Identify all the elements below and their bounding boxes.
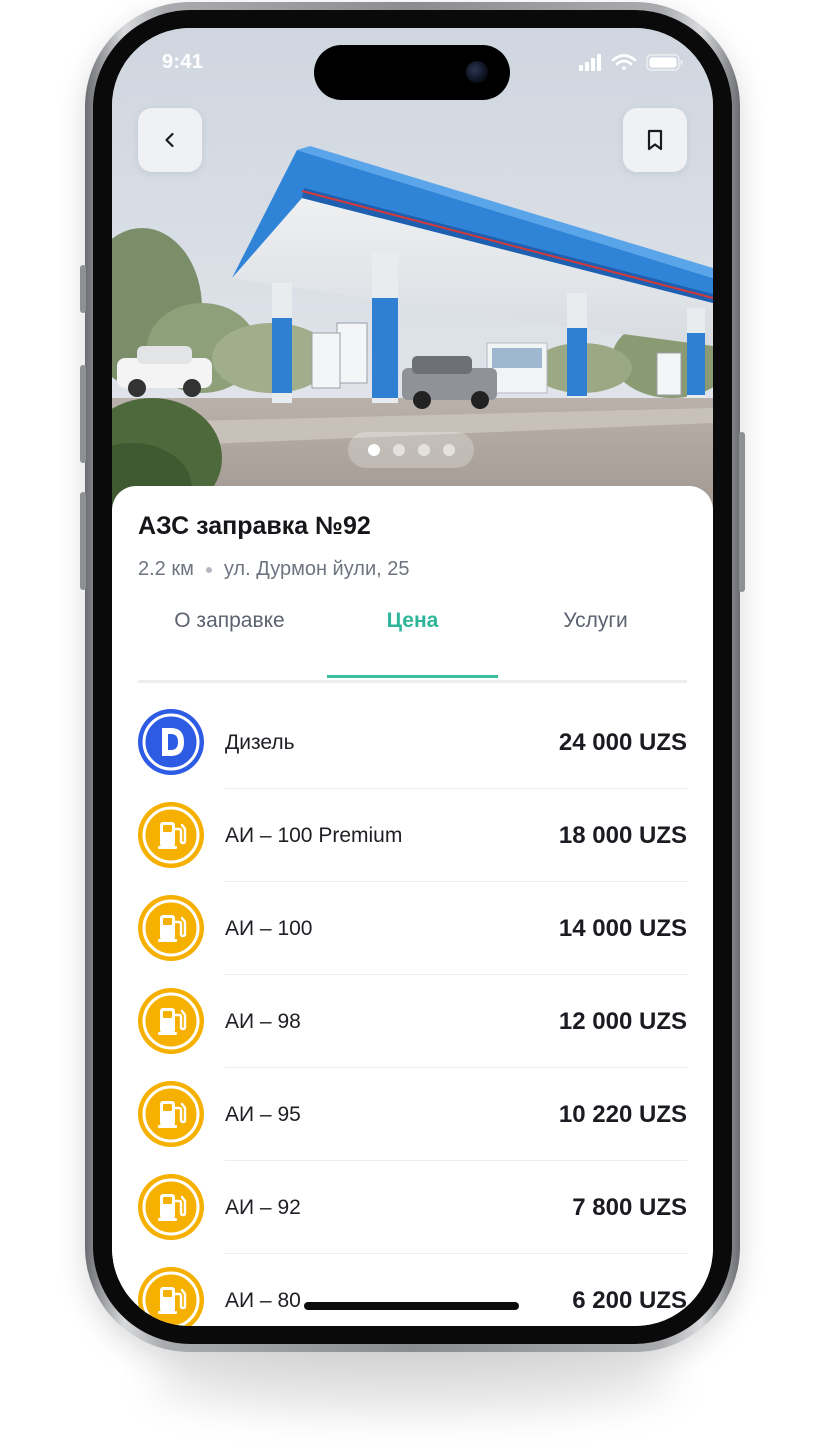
pagination-dot[interactable] (417, 444, 430, 456)
phone-shadow (150, 1350, 675, 1410)
list-item-diesel[interactable]: Дизель 24 000 UZS (138, 696, 687, 789)
status-time: 9:41 (162, 51, 204, 73)
volume-down-button (80, 492, 86, 590)
fuel-name: АИ – 95 (225, 1103, 301, 1126)
separator-dot (205, 566, 212, 573)
station-title: АЗС заправка №92 (138, 512, 371, 540)
fuel-pump-icon (138, 988, 204, 1054)
chevron-left-icon (165, 132, 174, 148)
wifi-icon (611, 54, 637, 70)
bookmark-icon (647, 129, 663, 151)
station-details-sheet: АЗС заправка №92 2.2 км ул. Дурмон йули,… (112, 486, 713, 1326)
pagination-dot[interactable] (442, 444, 455, 456)
list-item-ai-92[interactable]: АИ – 92 7 800 UZS (138, 1161, 687, 1254)
volume-up-button (80, 365, 86, 463)
fuel-price-list: Дизель 24 000 UZS АИ – 100 Premium 18 00… (138, 696, 687, 1326)
fuel-pump-icon (138, 1081, 204, 1147)
list-item-ai-98[interactable]: АИ – 98 12 000 UZS (138, 975, 687, 1068)
fuel-price: 14 000 UZS (558, 915, 687, 942)
list-item-ai-95[interactable]: АИ – 95 10 220 UZS (138, 1068, 687, 1161)
list-item-ai-80[interactable]: АИ – 80 6 200 UZS (138, 1254, 687, 1326)
station-location: 2.2 км ул. Дурмон йули, 25 (138, 558, 410, 581)
bookmark-button[interactable] (623, 108, 687, 172)
front-camera-icon (466, 61, 488, 83)
pagination-dot[interactable] (392, 444, 405, 456)
fuel-name: АИ – 80 (225, 1289, 301, 1312)
fuel-pump-icon (138, 1267, 204, 1326)
list-item-ai-100[interactable]: АИ – 100 14 000 UZS (138, 882, 687, 975)
pagination-dot[interactable] (367, 444, 380, 456)
fuel-pump-icon (138, 895, 204, 961)
home-indicator[interactable] (304, 1302, 519, 1310)
back-button[interactable] (138, 108, 202, 172)
fuel-name: АИ – 98 (225, 1010, 301, 1033)
fuel-name: АИ – 92 (225, 1196, 301, 1219)
fuel-name: АИ – 100 (225, 917, 313, 940)
fuel-name: Дизель (225, 731, 295, 754)
action-button (80, 265, 86, 313)
tab-price[interactable]: Цена (321, 604, 504, 682)
tab-services[interactable]: Услуги (504, 604, 687, 682)
fuel-price: 18 000 UZS (558, 822, 687, 849)
cellular-signal-icon (579, 54, 601, 71)
power-button (739, 432, 745, 592)
app-screen: 9:41 АЗС заправка №92 2.2 км ул. Дурмон … (112, 28, 713, 1326)
fuel-price: 10 220 UZS (558, 1101, 687, 1128)
tab-about[interactable]: О заправке (138, 604, 321, 682)
fuel-pump-icon (138, 802, 204, 868)
fuel-price: 6 200 UZS (572, 1287, 687, 1314)
fuel-pump-icon (138, 1174, 204, 1240)
dynamic-island (314, 45, 510, 100)
fuel-price: 24 000 UZS (558, 729, 687, 756)
station-address: ул. Дурмон йули, 25 (223, 558, 410, 580)
list-item-ai-100-premium[interactable]: АИ – 100 Premium 18 000 UZS (138, 789, 687, 882)
station-photo[interactable]: 9:41 (112, 28, 713, 528)
fuel-price: 12 000 UZS (558, 1008, 687, 1035)
gallery-pagination[interactable] (348, 432, 474, 468)
status-icons (579, 54, 683, 71)
fuel-name: АИ – 100 Premium (225, 824, 403, 847)
fuel-price: 7 800 UZS (572, 1194, 687, 1221)
diesel-icon (138, 709, 204, 775)
battery-icon (646, 54, 683, 71)
station-distance: 2.2 км (138, 558, 194, 580)
tab-bar: О заправке Цена Услуги (138, 604, 687, 682)
